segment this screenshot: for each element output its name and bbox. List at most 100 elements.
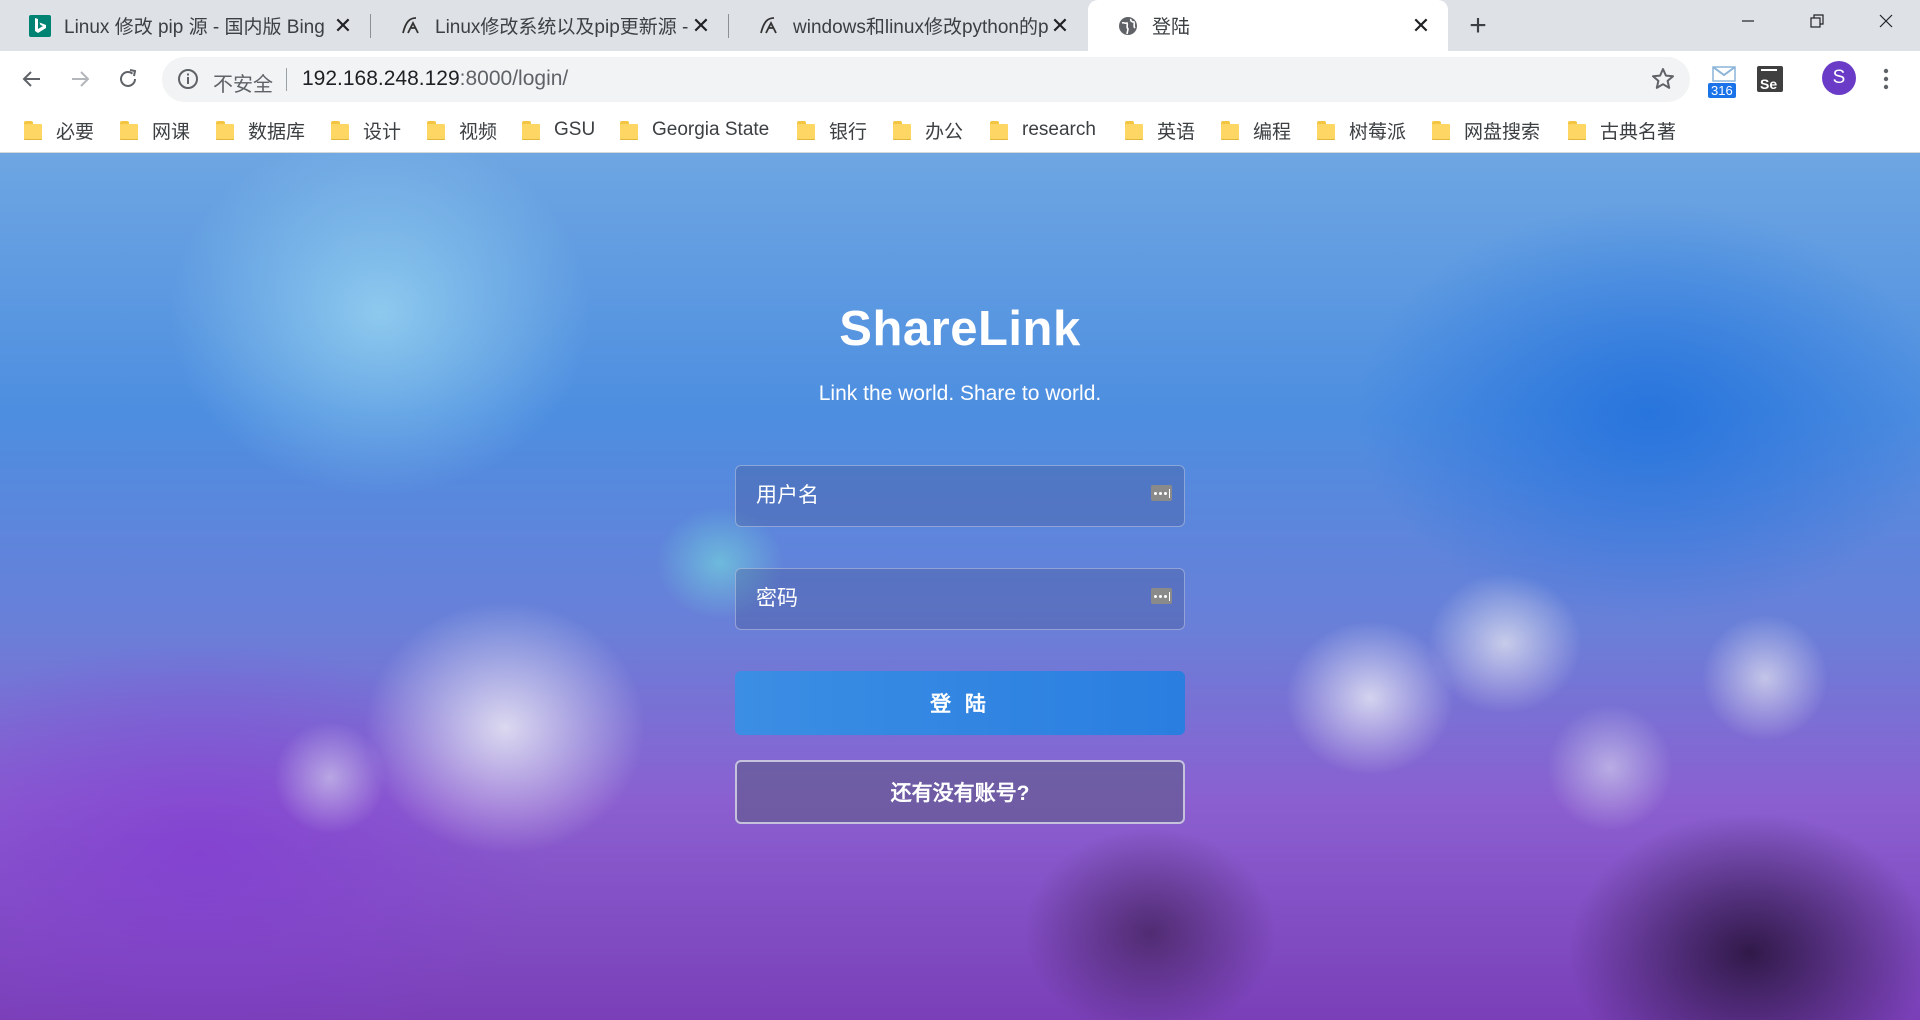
folder-icon (1568, 120, 1586, 140)
back-arrow-icon (22, 71, 40, 87)
restore-icon (1809, 14, 1824, 28)
bookmark-folder[interactable]: GSU (522, 116, 595, 144)
bookmark-folder[interactable]: 视频 (427, 116, 497, 144)
tab-bing[interactable]: Linux 修改 pip 源 - 国内版 Bing ✕ (0, 0, 370, 51)
close-tab-icon[interactable]: ✕ (690, 13, 712, 38)
url-path: :8000/login/ (459, 67, 569, 90)
bookmark-label: GSU (554, 119, 596, 140)
folder-icon (1125, 120, 1143, 140)
address-bar[interactable]: 不安全 192.168.248.129:8000/login/ (162, 57, 1690, 102)
site-icon (399, 14, 423, 38)
page-subtitle: Link the world. Share to world. (818, 382, 1102, 405)
folder-icon (990, 120, 1008, 140)
bookmark-star-icon[interactable] (1650, 66, 1676, 97)
restore-button[interactable] (1782, 0, 1851, 42)
bookmark-folder[interactable]: 办公 (893, 116, 963, 144)
bookmark-folder[interactable]: 古典名著 (1568, 116, 1676, 144)
forward-button[interactable] (62, 61, 98, 97)
folder-icon (331, 120, 349, 140)
password-input[interactable] (736, 569, 1184, 629)
bookmark-label: 编程 (1253, 121, 1292, 143)
bookmark-label: 必要 (56, 121, 95, 143)
bookmark-folder[interactable]: 网盘搜索 (1432, 116, 1540, 144)
bookmark-label: 英语 (1157, 121, 1196, 143)
password-field (735, 568, 1185, 630)
forward-arrow-icon (72, 71, 90, 87)
url-host: 192.168.248.129 (302, 67, 460, 90)
menu-button[interactable] (1874, 63, 1898, 95)
close-tab-icon[interactable]: ✕ (332, 13, 354, 38)
folder-icon (216, 120, 234, 140)
bookmark-label: 银行 (829, 121, 868, 143)
close-tab-icon[interactable]: ✕ (1049, 13, 1071, 38)
folder-icon (24, 120, 42, 140)
tab-login[interactable]: 登陆 ✕ (1088, 0, 1448, 51)
folder-icon (1432, 120, 1450, 140)
tab-strip: Linux 修改 pip 源 - 国内版 Bing ✕ Linux修改系统以及p… (0, 0, 1920, 51)
back-button[interactable] (14, 61, 50, 97)
site-icon (757, 14, 781, 38)
bookmark-folder[interactable]: 网课 (120, 116, 190, 144)
bookmark-folder[interactable]: Georgia State (620, 116, 769, 144)
folder-icon (120, 120, 138, 140)
folder-icon (1221, 120, 1239, 140)
info-icon[interactable] (176, 67, 200, 96)
selenium-extension-button[interactable]: Se (1752, 61, 1788, 97)
mail-extension-icon (1712, 66, 1736, 82)
folder-icon (427, 120, 445, 140)
mail-extension-button[interactable]: 316 (1706, 61, 1742, 98)
login-button[interactable]: 登 陆 (735, 671, 1185, 735)
tab-windows-linux[interactable]: windows和linux修改python的p ✕ (729, 0, 1087, 51)
bookmark-label: 古典名著 (1600, 121, 1677, 143)
profile-avatar[interactable]: S (1822, 61, 1856, 95)
omnibox-divider (286, 68, 287, 91)
globe-icon (1116, 14, 1140, 38)
password-manager-icon[interactable] (1151, 485, 1172, 501)
folder-icon (620, 120, 638, 140)
folder-icon (797, 120, 815, 140)
bookmark-folder[interactable]: 英语 (1125, 116, 1195, 144)
bookmark-label: 数据库 (248, 121, 306, 143)
bookmark-label: Georgia State (652, 119, 770, 140)
folder-icon (893, 120, 911, 140)
login-page: ShareLink Link the world. Share to world… (0, 153, 1920, 1020)
close-tab-icon[interactable]: ✕ (1410, 13, 1432, 38)
close-window-button[interactable] (1851, 0, 1920, 42)
bookmark-label: 树莓派 (1349, 121, 1407, 143)
tab-title: windows和linux修改python的p (793, 17, 1049, 38)
register-button[interactable]: 还有没有账号? (735, 760, 1185, 824)
bookmark-folder[interactable]: 编程 (1221, 116, 1291, 144)
bookmark-label: 设计 (363, 121, 402, 143)
security-label: 不安全 (213, 74, 273, 96)
bookmark-folder[interactable]: 树莓派 (1317, 116, 1406, 144)
username-input[interactable] (736, 466, 1184, 526)
url-text[interactable]: 192.168.248.129:8000/login/ (302, 67, 568, 91)
minimize-icon (1741, 20, 1754, 22)
bookmark-folder[interactable]: research (990, 116, 1096, 144)
minimize-button[interactable] (1713, 0, 1782, 42)
tab-linux-pip[interactable]: Linux修改系统以及pip更新源 - I ✕ (371, 0, 728, 51)
page-title: ShareLink (839, 302, 1081, 356)
bookmark-folder[interactable]: 设计 (331, 116, 401, 144)
close-icon (1879, 14, 1892, 28)
bookmark-label: 网课 (152, 121, 191, 143)
tab-title: 登陆 (1152, 17, 1191, 38)
reload-button[interactable] (110, 61, 146, 97)
reload-icon (120, 69, 137, 87)
folder-icon (1317, 120, 1335, 140)
bookmark-label: 视频 (459, 121, 498, 143)
tab-title: Linux 修改 pip 源 - 国内版 Bing (64, 17, 325, 38)
username-field (735, 465, 1185, 527)
password-manager-icon[interactable] (1151, 588, 1172, 604)
folder-icon (522, 120, 540, 140)
bookmarks-bar: 必要 网课 数据库 设计 视频 GSU Georgia State 银行 办公 … (0, 108, 1920, 153)
browser-toolbar: 不安全 192.168.248.129:8000/login/ 316 Se S (0, 51, 1920, 108)
new-tab-button[interactable]: + (1460, 8, 1496, 44)
selenium-icon: Se (1757, 66, 1783, 92)
bookmark-folder[interactable]: 必要 (24, 116, 94, 144)
bookmark-folder[interactable]: 银行 (797, 116, 867, 144)
bing-icon (28, 14, 52, 38)
bookmark-folder[interactable]: 数据库 (216, 116, 305, 144)
bookmark-label: research (1022, 119, 1096, 140)
more-vert-icon (1883, 68, 1889, 90)
